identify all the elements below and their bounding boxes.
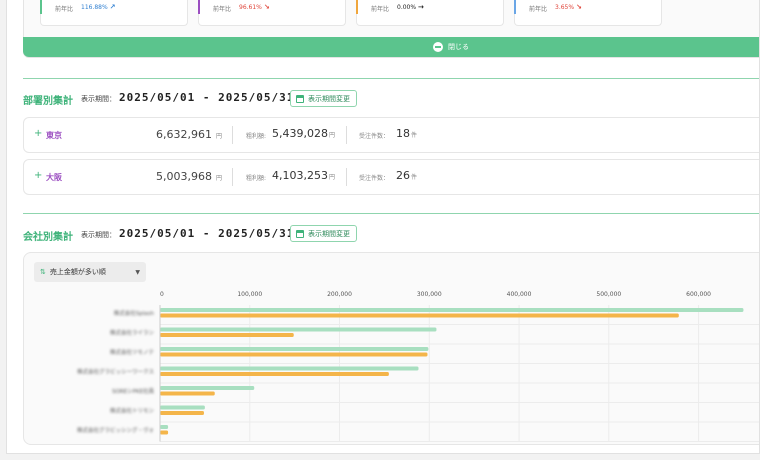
page-frame: 前年比 116.88% ↗ 前年比 96.61% ↘ 前年比 0.00% → 前… [6,0,760,454]
trend-flat-icon: → [417,3,424,11]
sort-icon: ⇅ [40,268,46,276]
kpi-value: 3.65% ↘ [555,3,582,11]
profit-amount: 4,103,253円 [272,169,335,182]
change-period-button[interactable]: 表示期間変更 [290,225,357,242]
kpi-accent-bar [356,0,358,14]
bar-sales [160,308,744,312]
bar-sales [160,405,205,410]
category-label: 株式会社トリモン [110,407,155,415]
company-bar-chart: 0 100,000 200,000 300,000 400,000 500,000 600,… [77,291,759,442]
orders-label: 受注件数： [359,175,390,182]
x-tick-label: 0 [160,291,164,298]
kpi-value: 116.88% ↗ [81,3,116,11]
kpi-accent-bar [198,0,200,14]
expand-plus-icon[interactable]: + [34,170,42,181]
category-label: 株式会社グラビッシング・ヴォ [77,426,154,434]
bar-profit [160,411,204,415]
profit-label: 粗利額: [246,133,267,140]
trend-down-icon: ↘ [575,3,582,11]
calendar-icon [296,94,304,103]
close-label: 閉じる [448,43,469,51]
dept-row-tokyo[interactable]: + 東京 6,632,961 円 粗利額: 5,439,028円 受注件数： 18… [23,117,759,153]
x-tick-label: 100,000 [237,291,262,298]
x-tick-label: 500,000 [596,291,621,298]
divider [346,126,347,144]
change-period-label: 表示期間変更 [308,94,350,103]
profit-label: 粗利額: [246,175,267,182]
category-label: SOREシPKE社員 [112,387,155,395]
kpi-label: 前年比 [213,6,232,13]
divider [232,126,233,144]
kpi-accent-bar [40,0,42,14]
category-label: 株式会社グラビッシーワークス [77,368,154,376]
trend-down-icon: ↘ [263,3,270,11]
x-tick-label: 400,000 [507,291,532,298]
orders-count: 18件 [396,127,418,140]
kpi-value: 96.61% ↘ [239,3,270,11]
bar-profit [160,313,679,318]
bar-sales [160,425,169,429]
period-label: 表示期間： [81,95,116,103]
kpi-value: 0.00% → [397,3,424,11]
divider [232,168,233,186]
close-summary-button[interactable]: 閉じる [23,37,759,57]
bar-profit [160,352,428,357]
kpi-label: 前年比 [371,6,390,13]
dept-name: 東京 [46,131,62,140]
dept-section-title: 部署別集計 [23,96,73,107]
kpi-card: 前年比 96.61% ↘ [198,0,346,26]
x-tick-label: 600,000 [686,291,711,298]
dept-row-osaka[interactable]: + 大阪 5,003,968 円 粗利額: 4,103,253円 受注件数： 26… [23,159,759,195]
kpi-card: 前年比 0.00% → [356,0,504,26]
period-label: 表示期間： [81,231,116,239]
period-value: 2025/05/01 - 2025/05/31 [119,227,295,240]
sort-dropdown[interactable]: ⇅ 売上金額が多い順 ▼ [34,262,146,282]
x-tick-label: 300,000 [417,291,442,298]
sort-label: 売上金額が多い順 [49,268,106,276]
bar-sales [160,327,437,332]
orders-count: 26件 [396,169,418,182]
bar-sales [160,386,255,390]
minus-circle-icon [433,42,443,52]
company-section-title: 会社別集計 [23,232,73,243]
category-label: 株式会社ツモノテ [110,348,155,356]
kpi-card: 前年比 116.88% ↗ [40,0,188,26]
period-value: 2025/05/01 - 2025/05/31 [119,91,295,104]
company-chart-panel: ⇅ 売上金額が多い順 ▼ 0 100,000 200,000 300,000 400,0… [23,252,759,445]
kpi-accent-bar [514,0,516,14]
bar-profit [160,391,215,396]
sales-amount: 6,632,961 円 [156,128,222,141]
profit-amount: 5,439,028円 [272,127,335,140]
section-divider [23,78,759,79]
dept-name: 大阪 [46,173,62,182]
kpi-label: 前年比 [55,6,74,13]
bar-sales [160,347,429,351]
change-period-button[interactable]: 表示期間変更 [290,90,357,107]
section-divider [23,213,759,214]
sales-amount: 5,003,968 円 [156,170,222,183]
change-period-label: 表示期間変更 [308,229,350,238]
divider [346,168,347,186]
x-tick-label: 200,000 [327,291,352,298]
expand-plus-icon[interactable]: + [34,128,42,139]
kpi-label: 前年比 [529,6,548,13]
category-label: 株式会社ライラン [110,329,155,337]
trend-up-icon: ↗ [109,3,116,11]
kpi-card: 前年比 3.65% ↘ [514,0,662,26]
category-label: 株式会社Splash [114,309,155,317]
bar-sales [160,366,419,371]
bar-profit [160,372,389,376]
bar-profit [160,333,294,337]
chevron-down-icon: ▼ [135,268,140,276]
calendar-icon [296,229,304,238]
orders-label: 受注件数： [359,133,390,140]
bar-profit [160,430,169,435]
